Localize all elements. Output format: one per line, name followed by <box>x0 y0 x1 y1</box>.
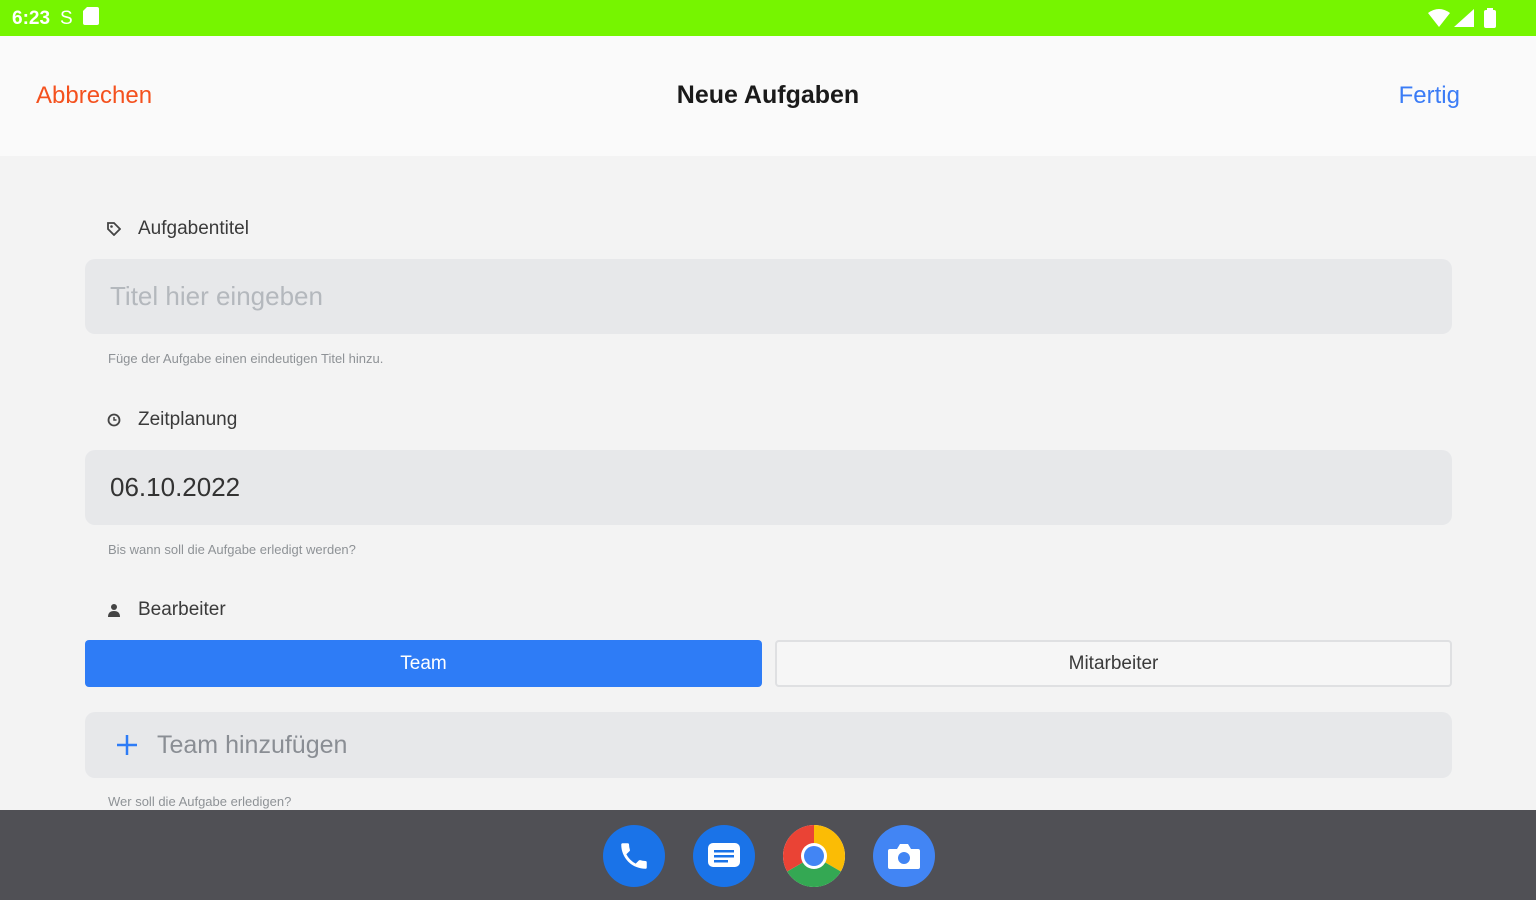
tag-icon <box>104 222 124 236</box>
wifi-icon <box>1428 9 1450 32</box>
schedule-label: Zeitplanung <box>138 409 238 430</box>
add-team-button[interactable]: Team hinzufügen <box>85 712 1452 778</box>
assignee-hint: Wer soll die Aufgabe erledigen? <box>108 794 292 809</box>
carrier-icon: S <box>60 8 73 29</box>
top-app-bar: Abbrechen Neue Aufgaben Fertig <box>0 36 1536 156</box>
schedule-label-row: Zeitplanung <box>104 409 237 431</box>
signal-icon <box>1454 9 1474 32</box>
page-title: Neue Aufgaben <box>676 81 860 109</box>
schedule-date-field[interactable]: 06.10.2022 <box>85 450 1452 525</box>
person-icon <box>104 603 124 617</box>
messages-icon[interactable] <box>693 825 755 887</box>
task-title-label: Aufgabentitel <box>138 218 249 239</box>
add-team-label: Team hinzufügen <box>157 730 348 759</box>
battery-icon <box>1484 8 1496 33</box>
segment-team[interactable]: Team <box>85 640 762 687</box>
done-button[interactable]: Fertig <box>1399 82 1460 110</box>
status-time: 6:23 <box>12 8 51 29</box>
segment-employee[interactable]: Mitarbeiter <box>775 640 1452 687</box>
phone-icon[interactable] <box>603 825 665 887</box>
plus-icon <box>115 733 139 757</box>
app-dock <box>0 810 1536 900</box>
task-form: Aufgabentitel Titel hier eingeben Füge d… <box>0 156 1536 810</box>
camera-icon[interactable] <box>873 825 935 887</box>
status-left: 6:23 S <box>12 7 99 31</box>
task-title-label-row: Aufgabentitel <box>104 218 249 240</box>
chrome-icon[interactable] <box>783 825 845 887</box>
cancel-button[interactable]: Abbrechen <box>36 82 152 110</box>
task-title-hint: Füge der Aufgabe einen eindeutigen Titel… <box>108 351 384 366</box>
schedule-hint: Bis wann soll die Aufgabe erledigt werde… <box>108 542 356 557</box>
status-right <box>1428 8 1496 33</box>
clock-icon <box>104 413 124 427</box>
assignee-label-row: Bearbeiter <box>104 599 226 621</box>
status-bar: 6:23 S <box>0 0 1536 36</box>
assignee-label: Bearbeiter <box>138 599 226 620</box>
task-title-input[interactable]: Titel hier eingeben <box>85 259 1452 334</box>
sd-card-icon <box>82 7 99 31</box>
